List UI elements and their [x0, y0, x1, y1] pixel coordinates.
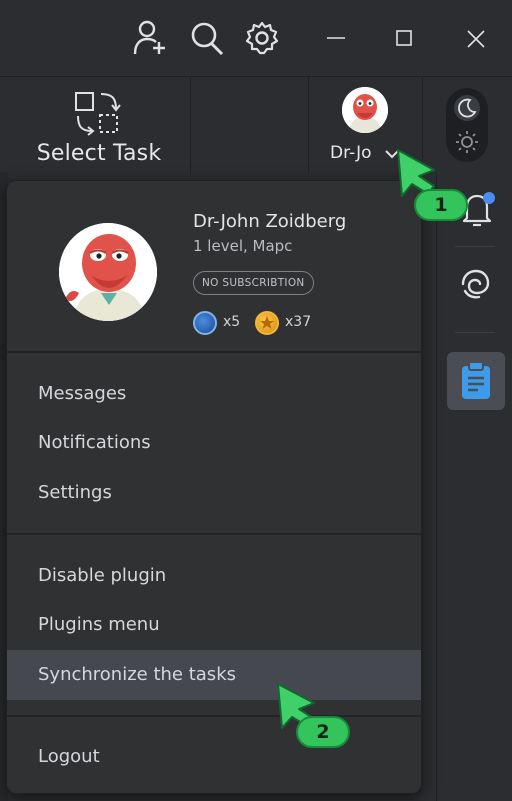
clipboard-button[interactable]	[447, 352, 505, 410]
blue-coin-icon	[193, 311, 217, 335]
subscription-badge: NO SUBSCRIBTION	[193, 271, 314, 295]
minimize-icon[interactable]	[318, 18, 354, 58]
callout-number: 1	[414, 189, 468, 221]
menu-divider	[7, 533, 421, 535]
notification-dot	[483, 192, 495, 204]
menu-item-settings[interactable]: Settings	[7, 468, 421, 518]
profile-avatar	[59, 223, 157, 321]
maximize-icon[interactable]	[386, 18, 422, 58]
toolbar-divider	[308, 77, 309, 173]
search-icon[interactable]	[188, 18, 224, 58]
theme-toggle[interactable]	[446, 88, 488, 162]
swirl-icon[interactable]	[457, 266, 493, 302]
title-bar	[0, 0, 512, 76]
gold-coin-count: x37	[285, 314, 312, 330]
close-icon[interactable]	[458, 18, 494, 58]
select-task-icon	[75, 92, 121, 136]
profile-level: 1 level, Mapc	[193, 237, 293, 255]
select-task-button[interactable]: Select Task	[8, 77, 190, 173]
sun-icon	[456, 131, 478, 153]
gold-coin-icon	[255, 311, 279, 335]
right-sidebar	[436, 172, 512, 801]
sidebar-divider	[455, 246, 495, 247]
callout-number: 2	[296, 716, 350, 748]
menu-divider	[7, 715, 421, 717]
menu-item-notifications[interactable]: Notifications	[7, 418, 421, 468]
add-user-icon[interactable]	[132, 18, 168, 58]
menu-item-plugins-menu[interactable]: Plugins menu	[7, 600, 421, 650]
menu-item-synchronize-tasks[interactable]: Synchronize the tasks	[7, 650, 421, 700]
blue-coin-count: x5	[223, 314, 241, 330]
sidebar-divider	[455, 332, 495, 333]
menu-divider	[7, 351, 421, 353]
menu-item-logout[interactable]: Logout	[7, 732, 421, 782]
gear-icon[interactable]	[244, 18, 280, 58]
toolbar-divider	[190, 77, 191, 173]
profile-card: Dr-John Zoidberg 1 level, Mapc NO SUBSCR…	[7, 181, 421, 351]
menu-item-messages[interactable]: Messages	[7, 369, 421, 419]
user-short-name: Dr-Jo	[330, 143, 372, 163]
select-task-label: Select Task	[36, 141, 162, 166]
avatar	[342, 87, 388, 133]
moon-icon	[454, 95, 480, 121]
clipboard-icon	[462, 361, 490, 399]
profile-name: Dr-John Zoidberg	[193, 211, 347, 232]
user-dropdown-menu: Dr-John Zoidberg 1 level, Mapc NO SUBSCR…	[6, 180, 422, 794]
menu-item-disable-plugin[interactable]: Disable plugin	[7, 551, 421, 601]
